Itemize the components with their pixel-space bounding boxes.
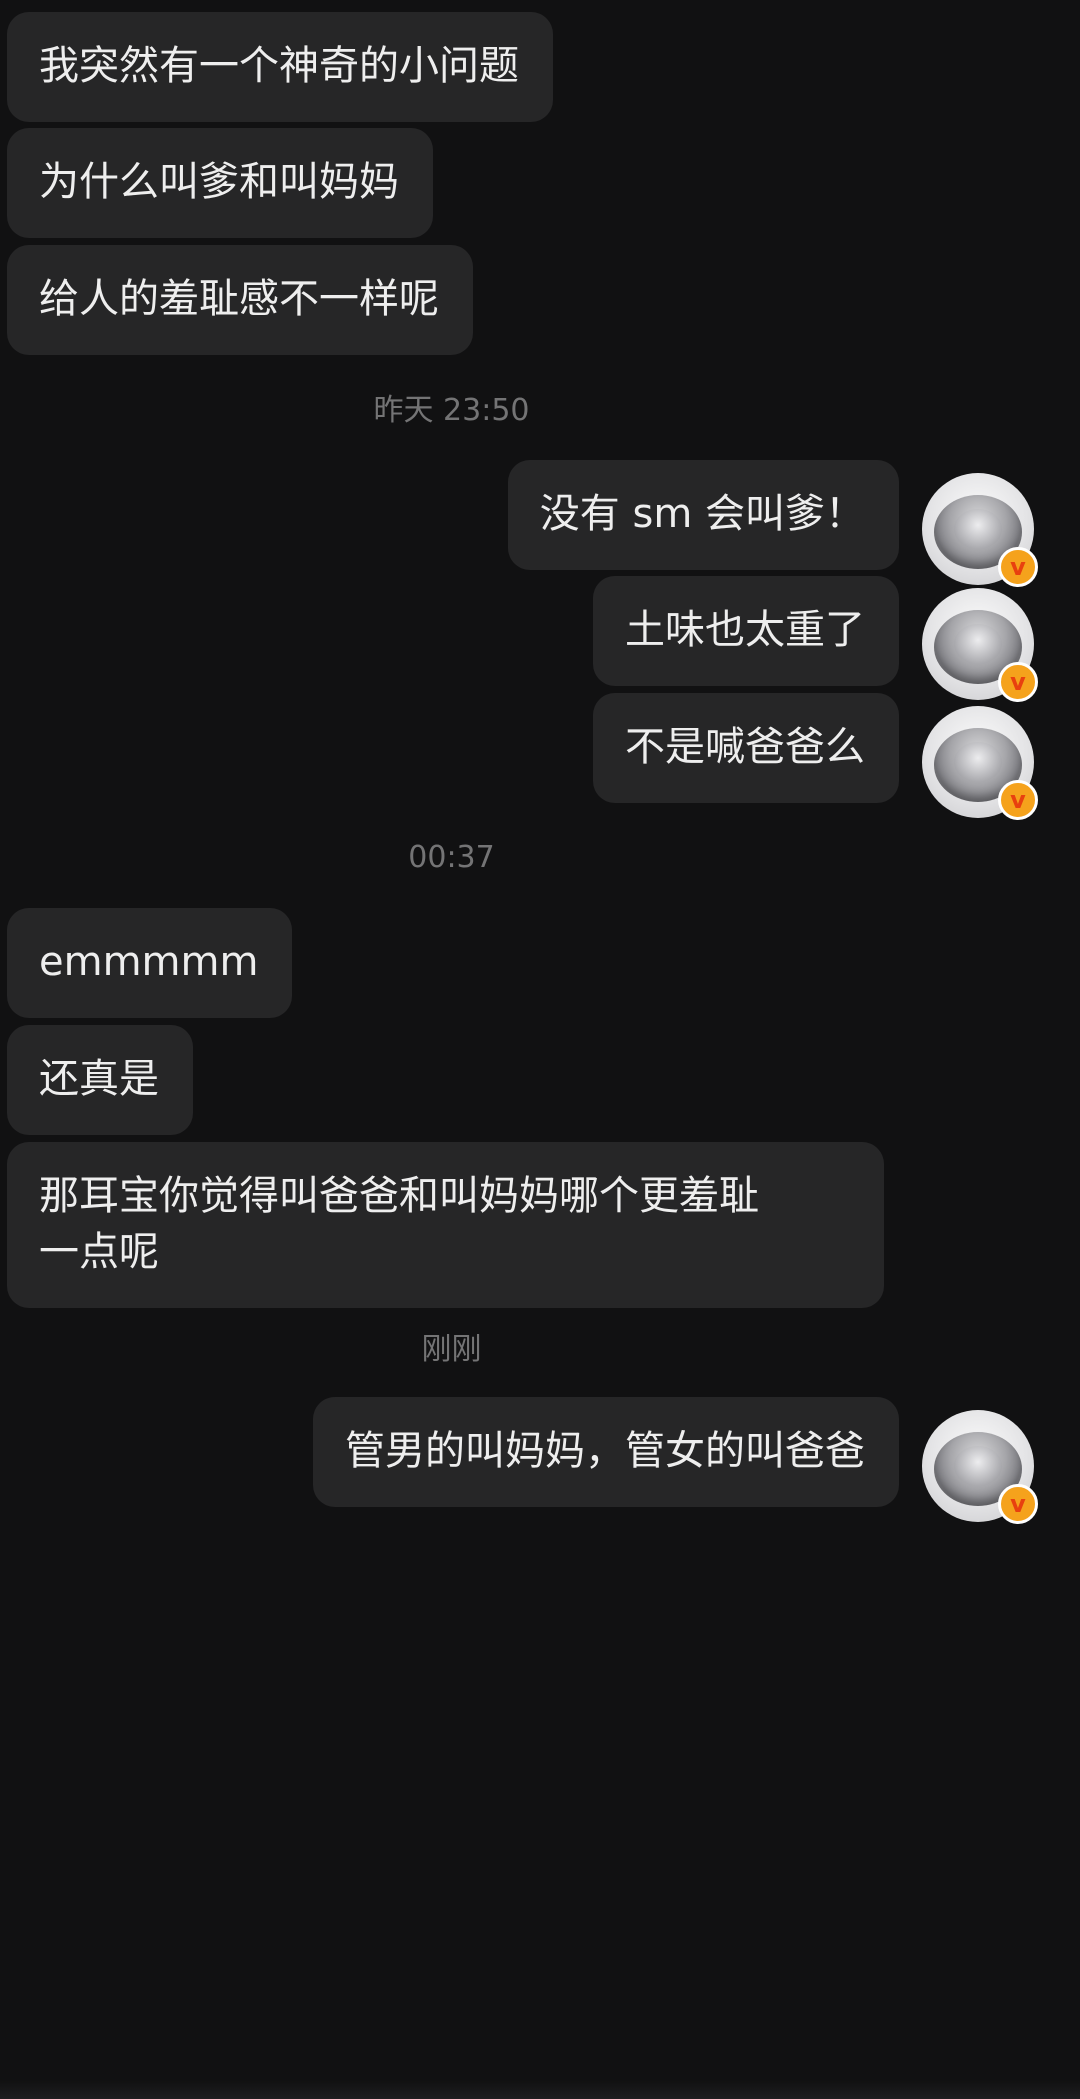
message-text: 没有 sm 会叫爹！ (539, 491, 865, 537)
verified-badge-icon: v (998, 547, 1038, 587)
message-text-line: 那耳宝你觉得叫爸爸和叫妈妈哪个更羞耻 (39, 1173, 759, 1219)
message-bubble-incoming[interactable]: 还真是 (7, 1025, 193, 1135)
message-text: 还真是 (39, 1056, 159, 1102)
message-text-line: 一点呢 (39, 1229, 159, 1275)
message-bubble-incoming[interactable]: 给人的羞耻感不一样呢 (7, 245, 473, 355)
message-bubble-outgoing[interactable]: 不是喊爸爸么 (593, 693, 899, 803)
message-text: emmmmm (39, 939, 259, 985)
message-text: 不是喊爸爸么 (625, 724, 865, 770)
timestamp: 刚刚 (421, 1332, 482, 1367)
message-text: 我突然有一个神奇的小问题 (39, 43, 519, 89)
message-bubble-incoming[interactable]: 我突然有一个神奇的小问题 (7, 12, 553, 122)
verified-badge-icon: v (998, 1484, 1038, 1524)
message-text: 土味也太重了 (625, 607, 865, 653)
chat-screen: 我突然有一个神奇的小问题 为什么叫爹和叫妈妈 给人的羞耻感不一样呢 昨天 23:… (0, 0, 1080, 2099)
avatar[interactable]: v (922, 473, 1038, 587)
message-text: 为什么叫爹和叫妈妈 (39, 159, 399, 205)
verified-badge-icon: v (998, 780, 1038, 820)
avatar[interactable]: v (922, 706, 1038, 820)
timestamp: 00:37 (408, 840, 495, 875)
message-bubble-incoming[interactable]: 那耳宝你觉得叫爸爸和叫妈妈哪个更羞耻 一点呢 (7, 1142, 884, 1308)
verified-badge-icon: v (998, 662, 1038, 702)
message-bubble-incoming[interactable]: 为什么叫爹和叫妈妈 (7, 128, 433, 238)
message-bubble-incoming[interactable]: emmmmm (7, 908, 293, 1018)
message-bubble-outgoing[interactable]: 土味也太重了 (593, 576, 899, 686)
message-text: 管男的叫妈妈，管女的叫爸爸 (345, 1428, 865, 1474)
message-bubble-outgoing[interactable]: 没有 sm 会叫爹！ (507, 460, 899, 570)
message-text: 给人的羞耻感不一样呢 (39, 276, 439, 322)
input-bar-edge (0, 2081, 1080, 2099)
avatar[interactable]: v (922, 588, 1038, 702)
avatar[interactable]: v (922, 1410, 1038, 1524)
message-bubble-outgoing[interactable]: 管男的叫妈妈，管女的叫爸爸 (313, 1397, 899, 1507)
timestamp: 昨天 23:50 (373, 393, 530, 428)
